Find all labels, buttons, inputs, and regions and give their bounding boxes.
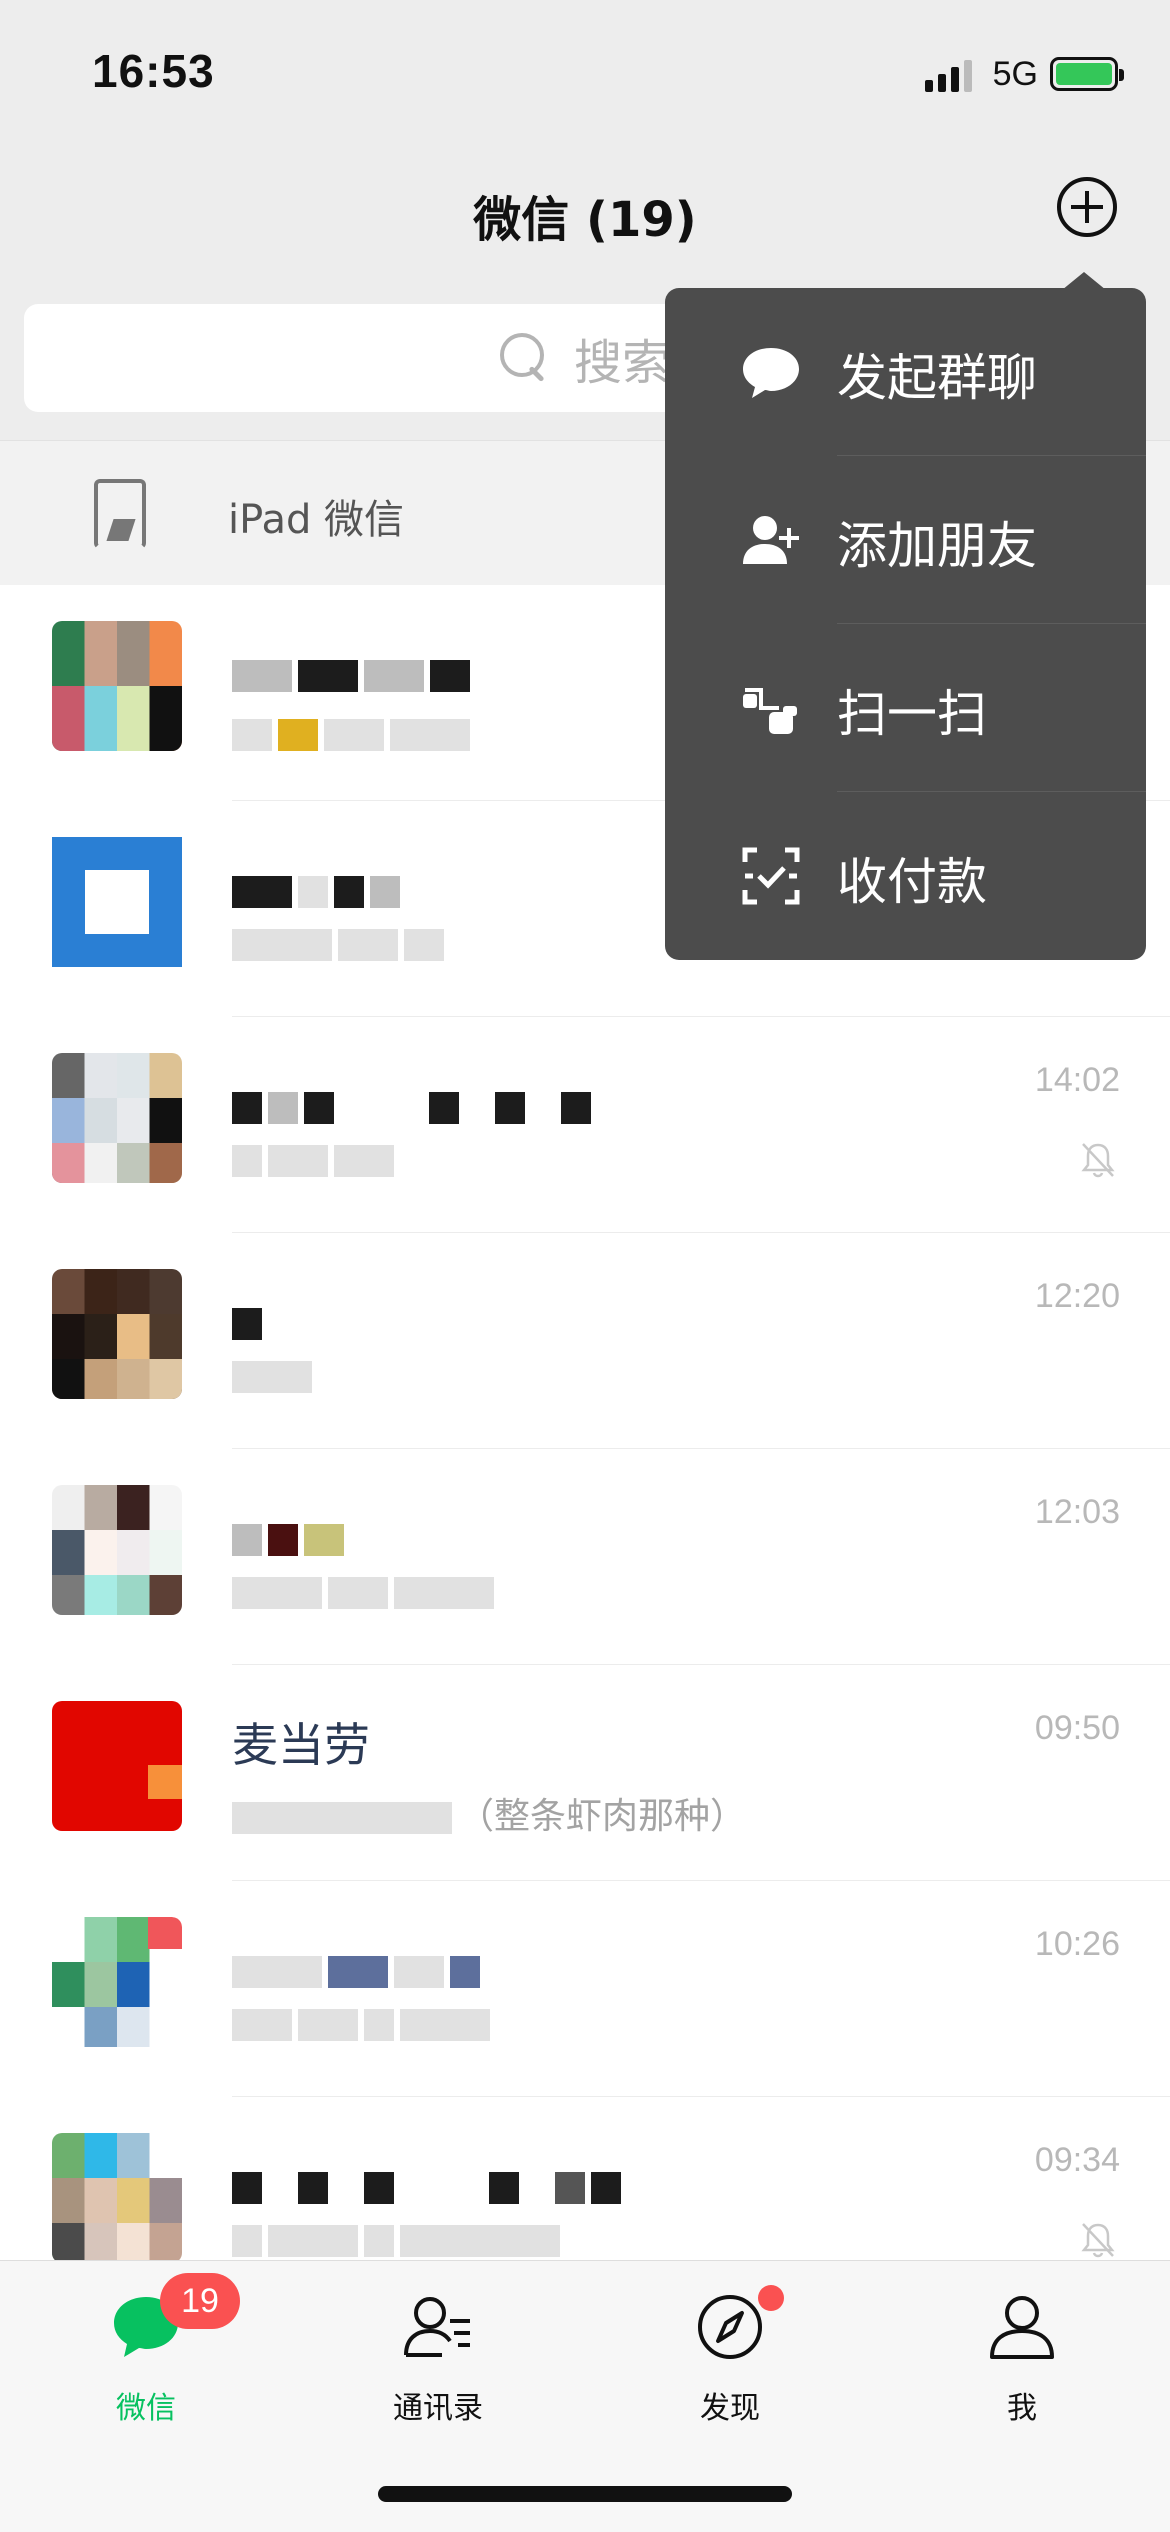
home-indicator[interactable] <box>378 2486 792 2502</box>
chat-preview <box>232 1571 500 1612</box>
tab-discover[interactable]: 发现 <box>630 2285 830 2441</box>
avatar <box>52 1053 182 1183</box>
chat-preview <box>232 923 450 964</box>
chat-preview-text: （整条虾肉那种） <box>458 1796 747 1837</box>
chat-name <box>232 645 476 699</box>
contacts-icon <box>404 2297 470 2357</box>
tab-me[interactable]: 我 <box>922 2291 1122 2441</box>
menu-item-scan[interactable]: 扫一扫 <box>665 624 1146 792</box>
network-type: 5G <box>992 54 1038 93</box>
chat-name <box>232 1509 350 1563</box>
avatar <box>52 1485 182 1615</box>
chat-time: 14:02 <box>1034 1061 1120 1099</box>
discover-icon <box>698 2295 762 2359</box>
tab-label: 通讯录 <box>393 2391 483 2426</box>
menu-label: 添加朋友 <box>837 517 1037 575</box>
avatar <box>52 621 182 751</box>
chat-preview: （整条虾肉那种） <box>232 1787 746 1839</box>
tab-contacts[interactable]: 通讯录 <box>338 2291 538 2441</box>
chat-name <box>232 2157 627 2211</box>
plus-button[interactable] <box>1057 177 1117 237</box>
chat-time: 09:34 <box>1034 2141 1120 2179</box>
chat-name <box>232 1077 597 1131</box>
chat-name <box>232 861 406 915</box>
status-indicators: 5G <box>924 52 1124 96</box>
search-placeholder: 搜索 <box>573 335 670 391</box>
page-title: 微信 (19) <box>473 192 697 248</box>
chat-time: 12:03 <box>1034 1493 1120 1531</box>
menu-label: 发起群聊 <box>837 349 1037 407</box>
tab-label: 微信 <box>116 2391 176 2426</box>
chat-row[interactable]: 14:02 <box>0 1017 1170 1233</box>
chat-row[interactable]: 09:34 <box>0 2097 1170 2260</box>
battery-icon <box>1050 57 1124 91</box>
ipad-label: iPad 微信 <box>228 497 405 543</box>
mute-bell-icon <box>1081 1143 1115 1178</box>
status-time: 16:53 <box>92 45 215 97</box>
chat-preview <box>232 2003 496 2044</box>
chat-preview <box>232 713 476 754</box>
tab-chats[interactable]: 19 微信 <box>46 2273 246 2441</box>
chat-name <box>232 1941 486 1995</box>
search-icon <box>499 333 550 383</box>
avatar <box>52 837 182 967</box>
avatar <box>52 2133 182 2260</box>
status-bar: 16:53 5G <box>0 0 1170 140</box>
menu-label: 扫一扫 <box>837 685 987 743</box>
payment-icon <box>742 847 800 905</box>
menu-item-add-friend[interactable]: 添加朋友 <box>665 456 1146 624</box>
menu-item-group-chat[interactable]: 发起群聊 <box>665 288 1146 456</box>
popup-menu: 发起群聊 添加朋友 扫一扫 收付款 <box>665 288 1146 960</box>
menu-item-payment[interactable]: 收付款 <box>665 792 1146 960</box>
chat-row[interactable]: 12:20 <box>0 1233 1170 1449</box>
unread-badge: 19 <box>160 2273 240 2329</box>
chat-row[interactable]: 12:03 <box>0 1449 1170 1665</box>
ipad-icon <box>94 479 146 549</box>
avatar <box>52 1917 182 2047</box>
tab-label: 发现 <box>700 2391 760 2426</box>
chat-row[interactable]: 麦当劳 09:50 （整条虾肉那种） <box>0 1665 1170 1881</box>
chat-bubble-icon <box>743 348 799 398</box>
me-icon <box>990 2296 1054 2359</box>
chat-row[interactable]: 10:26 <box>0 1881 1170 2097</box>
chat-preview <box>232 1139 400 1180</box>
chat-preview <box>232 1355 318 1396</box>
new-dot <box>758 2285 784 2311</box>
chat-preview <box>232 2219 566 2260</box>
nav-bar: 微信 (19) <box>0 140 1170 290</box>
add-friend-icon <box>743 516 799 564</box>
menu-label: 收付款 <box>837 853 987 911</box>
tab-label: 我 <box>1007 2391 1037 2426</box>
chat-time: 12:20 <box>1034 1277 1120 1315</box>
chat-time: 09:50 <box>1034 1709 1120 1747</box>
chat-name: 麦当劳 <box>232 1718 370 1772</box>
signal-icon <box>924 56 977 92</box>
avatar <box>52 1269 182 1399</box>
chat-name <box>232 1293 268 1347</box>
scan-icon <box>743 688 797 734</box>
chat-time: 10:26 <box>1034 1925 1120 1963</box>
mute-bell-icon <box>1081 2223 1115 2258</box>
avatar <box>52 1701 182 1831</box>
